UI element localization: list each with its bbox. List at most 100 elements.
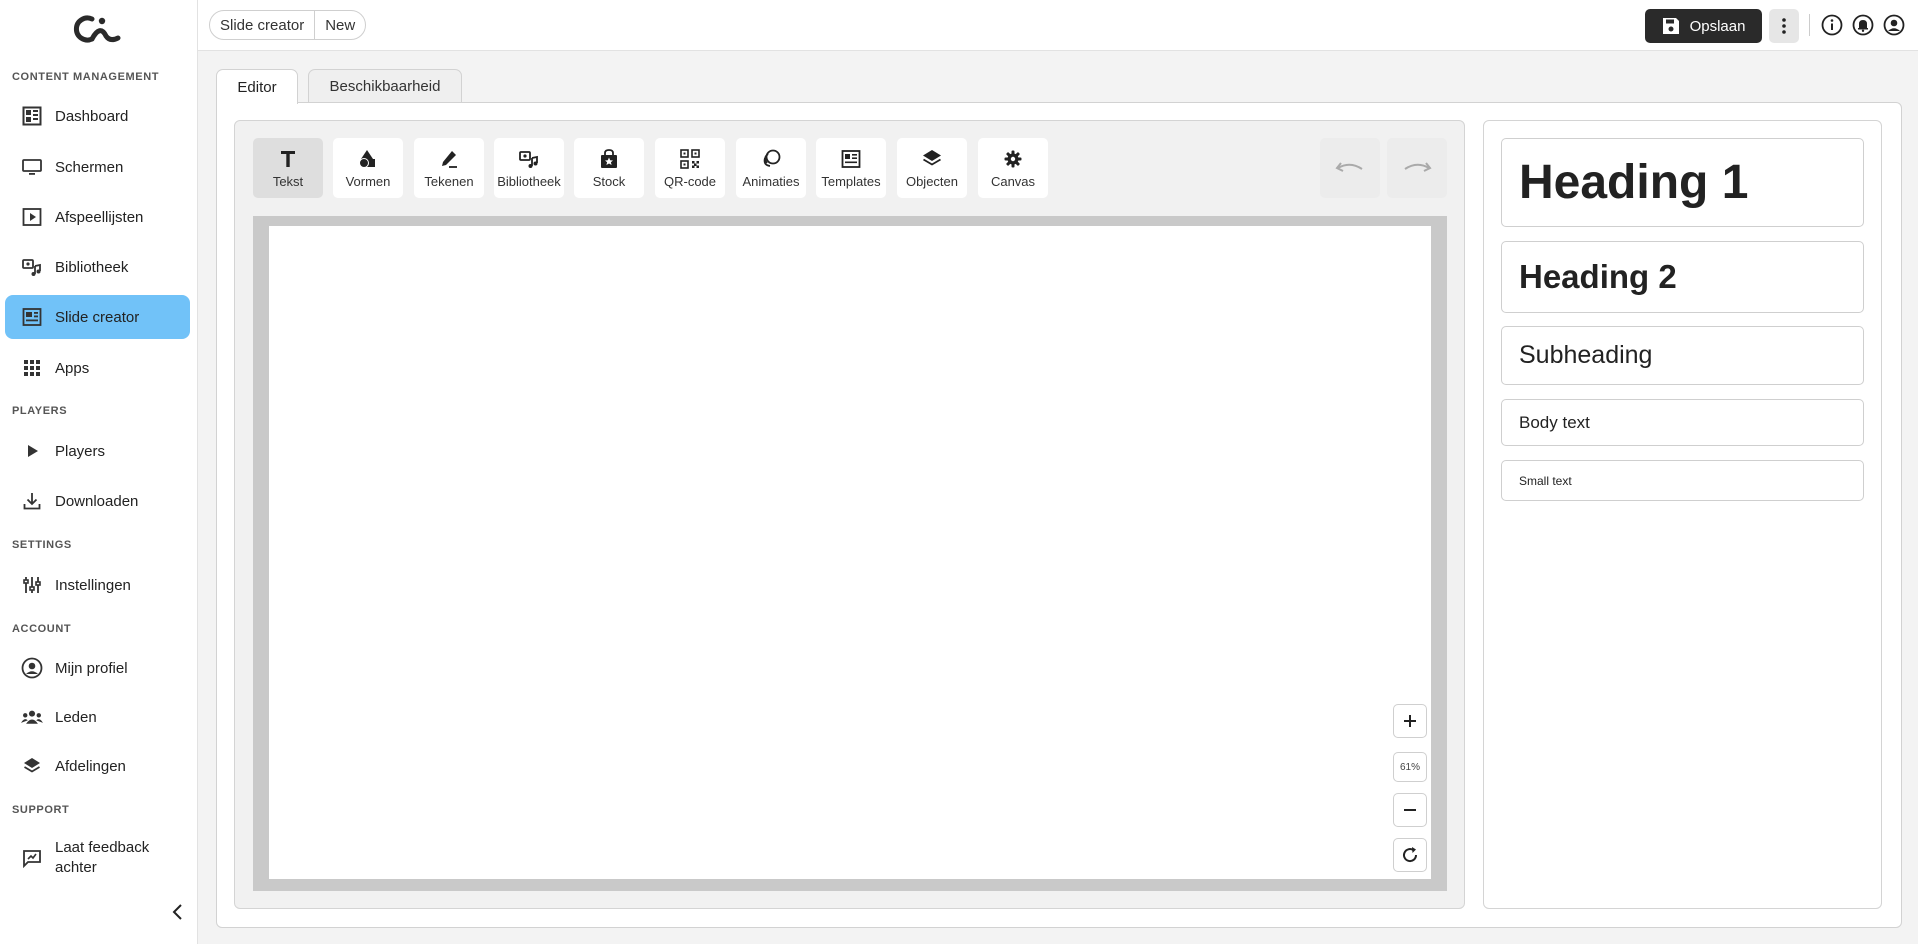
sidebar-item-downloaden[interactable]: Downloaden xyxy=(5,479,190,523)
sidebar-item-schermen[interactable]: Schermen xyxy=(5,145,190,189)
breadcrumb: Slide creator New xyxy=(209,10,367,40)
download-icon xyxy=(21,490,43,512)
tool-vormen[interactable]: Vormen xyxy=(333,138,403,198)
animation-icon xyxy=(760,148,782,170)
tool-stock[interactable]: Stock xyxy=(574,138,644,198)
tool-animaties[interactable]: Animaties xyxy=(736,138,806,198)
sidebar-item-dashboard[interactable]: Dashboard xyxy=(5,94,190,138)
sidebar-item-label: Downloaden xyxy=(55,492,139,510)
sidebar-item-mijn-profiel[interactable]: Mijn profiel xyxy=(5,646,190,690)
collapse-sidebar-button[interactable] xyxy=(168,902,188,922)
users-icon xyxy=(21,706,43,728)
section-label-support: SUPPORT xyxy=(12,804,70,816)
account-icon[interactable] xyxy=(1883,14,1905,36)
tool-bibliotheek[interactable]: Bibliotheek xyxy=(494,138,564,198)
sidebar-item-label: Instellingen xyxy=(55,576,131,594)
stock-bag-icon xyxy=(598,148,620,170)
section-label-account: ACCOUNT xyxy=(12,623,72,635)
pen-icon xyxy=(438,148,460,170)
tool-objecten[interactable]: Objecten xyxy=(897,138,967,198)
sidebar-item-feedback[interactable]: Laat feedback achter xyxy=(5,830,190,886)
sidebar-item-bibliotheek[interactable]: Bibliotheek xyxy=(5,245,190,289)
text-presets-panel xyxy=(1483,120,1882,909)
shapes-icon xyxy=(357,148,379,170)
redo-button[interactable] xyxy=(1387,138,1447,198)
preset-heading-1[interactable]: Heading 1 xyxy=(1501,138,1864,227)
qr-code-icon xyxy=(679,148,701,170)
sidebar-item-instellingen[interactable]: Instellingen xyxy=(5,563,190,607)
top-bar: Slide creator New Opslaan xyxy=(198,0,1918,51)
gear-icon xyxy=(1002,148,1024,170)
tool-tekenen[interactable]: Tekenen xyxy=(414,138,484,198)
sidebar-item-players[interactable]: Players xyxy=(5,429,190,473)
slide-creator-icon xyxy=(21,306,43,328)
sidebar-item-apps[interactable]: Apps xyxy=(5,346,190,390)
sidebar-item-label: Schermen xyxy=(55,158,124,176)
breadcrumb-item-new[interactable]: New xyxy=(315,11,365,39)
zoom-in-button[interactable] xyxy=(1393,704,1427,738)
save-button-label: Opslaan xyxy=(1689,17,1746,35)
save-button[interactable]: Opslaan xyxy=(1645,9,1762,43)
tool-label: Stock xyxy=(592,174,626,189)
profile-icon xyxy=(21,657,43,679)
chevron-left-icon xyxy=(168,902,188,922)
notifications-bell-icon[interactable] xyxy=(1852,14,1874,36)
app-logo[interactable] xyxy=(72,14,122,44)
templates-icon xyxy=(840,148,862,170)
section-label-settings: SETTINGS xyxy=(12,539,72,551)
plus-icon xyxy=(1403,714,1417,728)
slide-canvas[interactable] xyxy=(269,226,1431,879)
tool-label: Tekenen xyxy=(424,174,474,189)
redo-icon xyxy=(1402,159,1432,177)
floppy-disk-icon xyxy=(1662,17,1680,35)
zoom-level-indicator: 61% xyxy=(1393,752,1427,782)
info-icon[interactable] xyxy=(1821,14,1843,36)
tool-label: Tekst xyxy=(272,174,304,189)
vertical-dots-icon xyxy=(1781,17,1787,35)
tool-label: QR-code xyxy=(663,174,717,189)
sidebar-item-afspeellijsten[interactable]: Afspeellijsten xyxy=(5,195,190,239)
minus-icon xyxy=(1403,803,1417,817)
undo-icon xyxy=(1335,159,1365,177)
tool-label: Canvas xyxy=(990,174,1036,189)
sidebar: CONTENT MANAGEMENT Dashboard Schermen Af… xyxy=(0,0,198,944)
preset-body-text[interactable]: Body text xyxy=(1501,399,1864,446)
preset-heading-2[interactable]: Heading 2 xyxy=(1501,241,1864,313)
apps-grid-icon xyxy=(21,357,43,379)
sliders-icon xyxy=(21,574,43,596)
tool-label: Animaties xyxy=(742,174,800,189)
layers-icon xyxy=(921,148,943,170)
tool-templates[interactable]: Templates xyxy=(816,138,886,198)
sidebar-item-label: Laat feedback achter xyxy=(55,839,150,876)
zoom-out-button[interactable] xyxy=(1393,793,1427,827)
tool-qr-code[interactable]: QR-code xyxy=(655,138,725,198)
sidebar-item-label: Afspeellijsten xyxy=(55,208,144,226)
tool-label: Objecten xyxy=(905,174,959,189)
tab-editor[interactable]: Editor xyxy=(216,69,298,104)
play-icon xyxy=(21,440,43,462)
reset-zoom-button[interactable] xyxy=(1393,838,1427,872)
refresh-icon xyxy=(1401,846,1419,864)
section-label-players: PLAYERS xyxy=(12,405,68,417)
tool-canvas[interactable]: Canvas xyxy=(978,138,1048,198)
tool-label: Bibliotheek xyxy=(497,174,561,189)
undo-button[interactable] xyxy=(1320,138,1380,198)
sidebar-item-label: Mijn profiel xyxy=(55,659,128,677)
sidebar-item-slide-creator[interactable]: Slide creator xyxy=(5,295,190,339)
more-options-button[interactable] xyxy=(1769,9,1799,43)
sidebar-item-leden[interactable]: Leden xyxy=(5,695,190,739)
playlist-icon xyxy=(21,206,43,228)
dashboard-icon xyxy=(21,105,43,127)
tab-beschikbaarheid[interactable]: Beschikbaarheid xyxy=(308,69,462,103)
media-library-icon xyxy=(21,256,43,278)
breadcrumb-item-slide-creator[interactable]: Slide creator xyxy=(210,11,316,39)
tool-tekst[interactable]: Tekst xyxy=(253,138,323,198)
tool-label: Templates xyxy=(821,174,881,189)
media-library-icon xyxy=(518,148,540,170)
sidebar-item-label: Players xyxy=(55,442,106,460)
sidebar-item-afdelingen[interactable]: Afdelingen xyxy=(5,744,190,788)
preset-small-text[interactable]: Small text xyxy=(1501,460,1864,501)
preset-subheading[interactable]: Subheading xyxy=(1501,326,1864,385)
text-icon xyxy=(277,148,299,170)
monitor-icon xyxy=(21,156,43,178)
